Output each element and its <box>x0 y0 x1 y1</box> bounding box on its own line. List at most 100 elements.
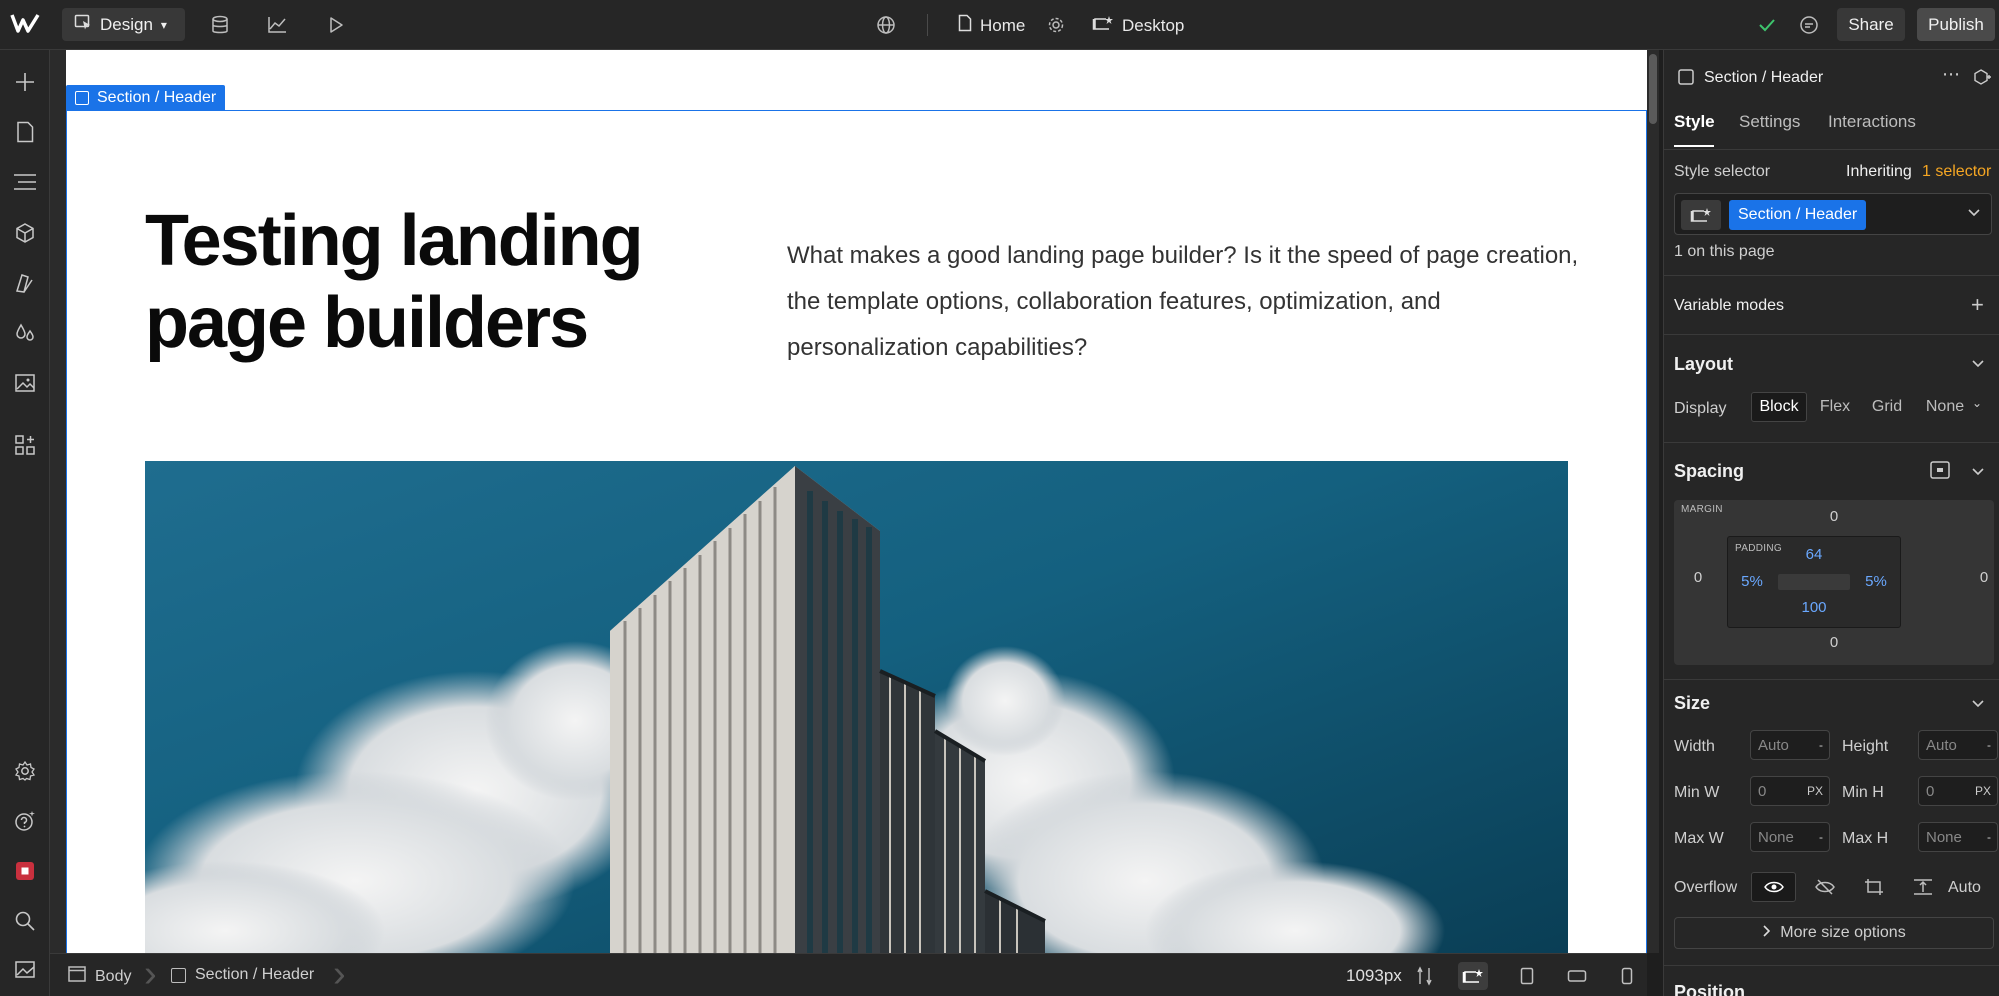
image-icon[interactable] <box>10 954 40 984</box>
display-block-option[interactable]: Block <box>1751 392 1807 422</box>
gear-icon[interactable] <box>1044 13 1068 37</box>
design-mode-button[interactable]: Design ▾ <box>62 8 185 41</box>
size-heading[interactable]: Size <box>1674 693 1710 714</box>
chevron-down-icon[interactable]: ⌄ <box>1972 396 1982 410</box>
clip-icon[interactable] <box>1900 872 1945 902</box>
navigator-icon[interactable] <box>10 167 40 197</box>
desktop-breakpoint-icon[interactable] <box>1458 962 1488 990</box>
width-label: Width <box>1674 738 1715 755</box>
tablet-breakpoint-icon[interactable] <box>1512 962 1542 990</box>
display-grid-option[interactable]: Grid <box>1864 392 1910 422</box>
play-icon[interactable] <box>324 13 348 37</box>
selector-chip[interactable]: Section / Header <box>1729 200 1867 230</box>
max-width-unit[interactable]: - <box>1819 830 1823 844</box>
margin-right-value[interactable]: 0 <box>1964 569 1999 586</box>
eye-icon[interactable] <box>1751 872 1796 902</box>
add-icon[interactable]: + <box>1971 292 1984 318</box>
add-icon[interactable] <box>10 67 40 97</box>
padding-top-value[interactable]: 64 <box>1794 546 1834 563</box>
hero-heading[interactable]: Testing landing page builders <box>145 200 705 364</box>
margin-left-value[interactable]: 0 <box>1678 569 1718 586</box>
height-unit[interactable]: - <box>1987 738 1991 752</box>
width-input-value: Auto <box>1758 736 1789 754</box>
components-icon[interactable] <box>10 218 40 248</box>
mobile-portrait-breakpoint-icon[interactable] <box>1612 962 1642 990</box>
chevron-down-icon[interactable] <box>1971 696 1985 714</box>
min-height-unit[interactable]: PX <box>1975 784 1991 798</box>
layout-heading[interactable]: Layout <box>1674 354 1733 375</box>
stop-icon[interactable] <box>10 856 40 886</box>
page-preview[interactable]: Section / Header Testing landing page bu… <box>66 50 1647 953</box>
margin-top-value[interactable]: 0 <box>1814 508 1854 525</box>
globe-icon[interactable] <box>874 13 898 37</box>
eye-off-icon[interactable] <box>1802 872 1847 902</box>
pages-icon[interactable] <box>10 117 40 147</box>
max-width-input[interactable]: None - <box>1750 822 1830 852</box>
breadcrumb-section[interactable]: Section / Header <box>171 966 314 984</box>
tab-interactions[interactable]: Interactions <box>1828 112 1916 132</box>
skyscraper-image <box>145 466 1445 953</box>
settings-icon[interactable] <box>10 756 40 786</box>
design-canvas[interactable]: Section / Header Testing landing page bu… <box>50 50 1659 953</box>
chevron-down-icon[interactable] <box>1971 464 1985 482</box>
selection-label[interactable]: Section / Header <box>66 85 226 110</box>
min-height-input[interactable]: 0 PX <box>1918 776 1998 806</box>
apps-icon[interactable] <box>10 430 40 460</box>
chevron-down-icon[interactable] <box>1967 205 1981 221</box>
webflow-logo-icon[interactable] <box>10 12 40 38</box>
scrollbar-thumb[interactable] <box>1649 54 1657 124</box>
canvas-scrollbar[interactable] <box>1647 50 1659 953</box>
page-selector[interactable]: Home <box>958 14 1025 37</box>
hero-description[interactable]: What makes a good landing page builder? … <box>787 233 1597 371</box>
variables-icon[interactable] <box>10 318 40 348</box>
padding-right-value[interactable]: 5% <box>1856 573 1896 590</box>
overflow-auto-option[interactable]: Auto <box>1948 879 1981 897</box>
breadcrumb-body[interactable]: Body <box>68 966 131 987</box>
display-none-option[interactable]: None <box>1920 392 1970 422</box>
breadcrumb-separator-icon: › <box>144 953 157 995</box>
more-size-options-button[interactable]: More size options <box>1674 917 1994 949</box>
position-heading[interactable]: Position <box>1674 982 1745 996</box>
chevron-down-icon[interactable] <box>1971 356 1985 374</box>
canvas-width-value[interactable]: 1093px <box>1346 966 1402 986</box>
publish-button[interactable]: Publish <box>1917 8 1995 41</box>
margin-bottom-value[interactable]: 0 <box>1814 634 1854 651</box>
more-options-icon[interactable]: ⋯ <box>1942 64 1960 85</box>
hero-image[interactable] <box>145 461 1568 953</box>
cursor-icon <box>74 13 92 36</box>
breakpoint-selector[interactable]: Desktop <box>1092 14 1184 37</box>
tab-settings[interactable]: Settings <box>1739 112 1800 132</box>
max-height-label: Max H <box>1842 830 1889 847</box>
max-height-input[interactable]: None - <box>1918 822 1998 852</box>
height-input[interactable]: Auto - <box>1918 730 1998 760</box>
help-icon[interactable] <box>10 806 40 836</box>
style-selector-field[interactable]: Section / Header <box>1674 193 1992 235</box>
panel-element-title: Section / Header <box>1704 69 1824 86</box>
database-icon[interactable] <box>208 13 232 37</box>
chart-icon[interactable] <box>265 13 289 37</box>
assets-icon[interactable] <box>10 368 40 398</box>
min-width-unit[interactable]: PX <box>1807 784 1823 798</box>
inheriting-count[interactable]: 1 selector <box>1922 163 1991 181</box>
create-component-icon[interactable] <box>1972 68 1992 91</box>
spacing-mode-icon[interactable] <box>1929 460 1951 485</box>
search-icon[interactable] <box>10 906 40 936</box>
comment-icon[interactable] <box>1797 13 1821 37</box>
chevron-down-icon: ▾ <box>160 17 167 32</box>
width-unit[interactable]: - <box>1819 738 1823 752</box>
left-toolbar <box>0 50 50 996</box>
mobile-landscape-breakpoint-icon[interactable] <box>1562 962 1592 990</box>
min-width-input[interactable]: 0 PX <box>1750 776 1830 806</box>
bottom-bar: Body › Section / Header › 1093px <box>50 953 1647 996</box>
tab-style[interactable]: Style <box>1674 112 1715 132</box>
padding-bottom-value[interactable]: 100 <box>1794 599 1834 616</box>
display-flex-option[interactable]: Flex <box>1812 392 1858 422</box>
styles-icon[interactable] <box>10 268 40 298</box>
scroll-icon[interactable] <box>1851 872 1896 902</box>
width-input[interactable]: Auto - <box>1750 730 1830 760</box>
max-height-unit[interactable]: - <box>1987 830 1991 844</box>
spacing-heading[interactable]: Spacing <box>1674 461 1744 482</box>
share-button[interactable]: Share <box>1837 8 1905 41</box>
resize-width-icon[interactable] <box>1410 962 1440 990</box>
padding-left-value[interactable]: 5% <box>1732 573 1772 590</box>
